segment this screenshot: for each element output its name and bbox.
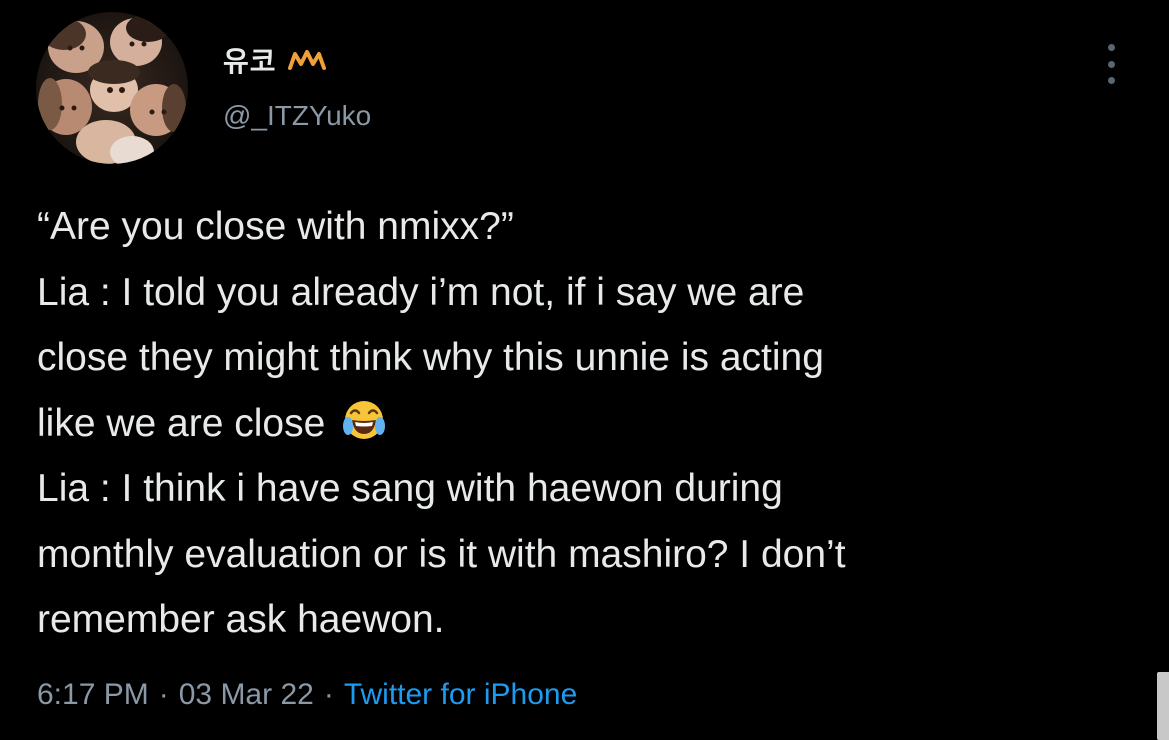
m-monogram-icon bbox=[287, 48, 327, 72]
display-name[interactable]: 유코 bbox=[223, 40, 277, 80]
tweet-date[interactable]: 03 Mar 22 bbox=[179, 678, 314, 711]
face-with-tears-of-joy-icon bbox=[340, 396, 388, 444]
tweet-source-link[interactable]: Twitter for iPhone bbox=[344, 678, 577, 711]
tweet-line: Lia : I told you already i’m not, if i s… bbox=[37, 270, 805, 314]
tweet-line: close they might think why this unnie is… bbox=[37, 336, 824, 379]
meta-separator: · bbox=[323, 678, 334, 711]
tweet-line: remember ask haewon. bbox=[37, 598, 445, 641]
tweet-line: monthly evaluation or is it with mashiro… bbox=[37, 532, 846, 576]
tweet-line: like we are close bbox=[37, 401, 326, 445]
more-options-icon[interactable] bbox=[1101, 44, 1121, 84]
scrollbar-thumb[interactable] bbox=[1157, 672, 1169, 740]
tweet-meta: 6:17 PM · 03 Mar 22 · Twitter for iPhone bbox=[37, 678, 577, 712]
tweet[interactable]: 유코 @_ITZYuko “Are you close with nmixx?”… bbox=[0, 0, 1169, 740]
tweet-text: “Are you close with nmixx?” Lia : I told… bbox=[37, 194, 1147, 653]
tweet-line: “Are you close with nmixx?” bbox=[37, 205, 514, 248]
user-handle[interactable]: @_ITZYuko bbox=[223, 100, 371, 132]
user-name-row[interactable]: 유코 bbox=[223, 40, 327, 80]
meta-separator: · bbox=[158, 678, 169, 711]
tweet-line-with-emoji: like we are close bbox=[37, 391, 1147, 457]
avatar[interactable] bbox=[36, 12, 188, 164]
tweet-time[interactable]: 6:17 PM bbox=[37, 678, 149, 711]
avatar-photo bbox=[36, 12, 188, 164]
tweet-line: Lia : I think i have sang with haewon du… bbox=[37, 467, 783, 510]
